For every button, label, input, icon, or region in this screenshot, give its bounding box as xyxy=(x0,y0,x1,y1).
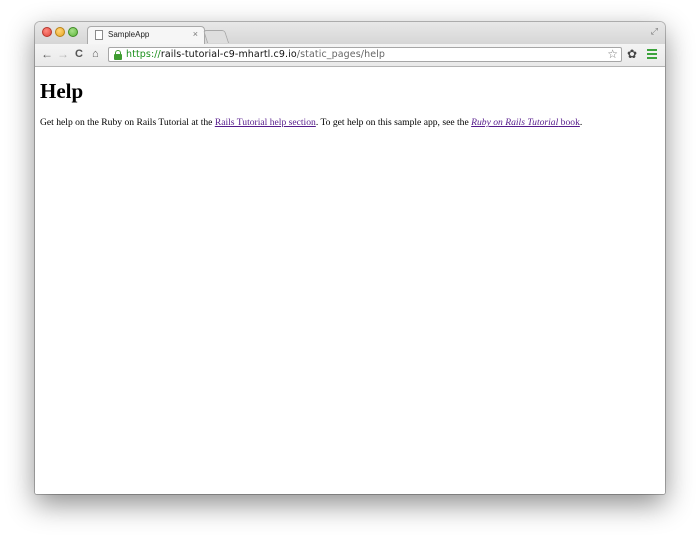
title-bar: SampleApp × ⤢ xyxy=(35,22,665,44)
reload-icon[interactable]: C xyxy=(75,47,83,61)
url-host: rails-tutorial-c9-mhartl.c9.io xyxy=(160,49,297,60)
book-link-suffix: book xyxy=(558,117,580,128)
help-section-link[interactable]: Rails Tutorial help section xyxy=(215,117,316,128)
url-scheme: https:// xyxy=(126,49,161,60)
new-tab-button[interactable] xyxy=(202,30,230,43)
page-icon xyxy=(95,30,103,40)
paragraph-text-2: . To get help on this sample app, see th… xyxy=(315,117,472,128)
page-content: Help Get help on the Ruby on Rails Tutor… xyxy=(35,67,665,494)
lock-icon[interactable] xyxy=(114,50,122,60)
paragraph-text-3: . xyxy=(579,117,583,128)
home-icon[interactable]: ⌂ xyxy=(92,47,99,61)
tab-sampleapp[interactable]: SampleApp × xyxy=(87,26,205,44)
menu-icon[interactable] xyxy=(647,49,657,59)
book-title: Ruby on Rails Tutorial xyxy=(471,117,559,128)
paragraph-text-1: Get help on the Ruby on Rails Tutorial a… xyxy=(40,117,215,128)
address-bar[interactable]: https://rails-tutorial-c9-mhartl.c9.io/s… xyxy=(108,47,622,62)
star-icon[interactable]: ☆ xyxy=(607,47,618,61)
fullscreen-icon[interactable]: ⤢ xyxy=(651,26,658,37)
gear-icon[interactable]: ✿ xyxy=(627,47,637,61)
window-minimize-button[interactable] xyxy=(55,27,65,37)
window-close-button[interactable] xyxy=(42,27,52,37)
book-link[interactable]: Ruby on Rails Tutorial book xyxy=(471,117,580,128)
url-text[interactable]: https://rails-tutorial-c9-mhartl.c9.io/s… xyxy=(126,49,385,60)
page-title: Help xyxy=(40,79,84,103)
url-path: /static_pages/help xyxy=(296,49,386,60)
close-icon[interactable]: × xyxy=(193,29,198,39)
back-icon[interactable]: ← xyxy=(41,47,53,61)
tab-title: SampleApp xyxy=(108,30,150,39)
help-paragraph: Get help on the Ruby on Rails Tutorial a… xyxy=(40,117,582,128)
forward-icon[interactable]: → xyxy=(57,47,69,61)
window-maximize-button[interactable] xyxy=(68,27,78,37)
toolbar: ← → C ⌂ https://rails-tutorial-c9-mhartl… xyxy=(35,44,665,67)
browser-window: SampleApp × ⤢ ← → C ⌂ https://rails-tuto… xyxy=(35,22,665,494)
